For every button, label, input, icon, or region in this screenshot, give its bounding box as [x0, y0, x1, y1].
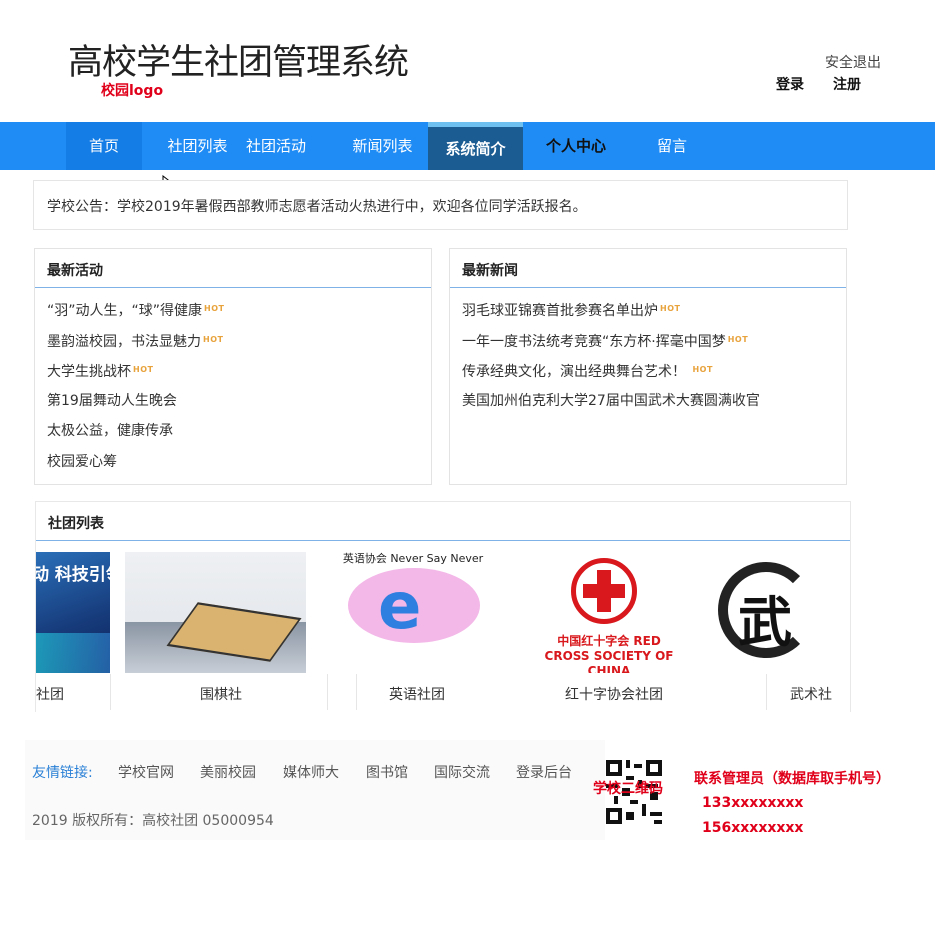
hot-badge: HOT — [660, 304, 681, 313]
news-item[interactable]: 一年一度书法统考竞赛“东方杯·挥毫中国梦 HOT — [462, 330, 760, 361]
club-image-caption: 武 — [738, 591, 792, 654]
news-item[interactable]: 羽毛球亚锦赛首批参赛名单出炉 HOT — [462, 299, 760, 330]
nav-news-list[interactable]: 新闻列表 — [345, 122, 420, 170]
footer-link[interactable]: 美丽校园 — [200, 762, 256, 782]
news-item[interactable]: 传承经典文化，演出经典舞台艺术！ HOT — [462, 360, 760, 391]
activity-item[interactable]: 第19届舞动人生晚会 — [47, 391, 224, 422]
news-title[interactable]: 美国加州伯克利大学27届中国武术大赛圆满收官 — [462, 393, 760, 409]
hot-badge: HOT — [692, 365, 713, 374]
activity-item[interactable]: 太极公益，健康传承 — [47, 421, 224, 452]
club-name[interactable]: 围棋社 — [200, 684, 242, 704]
divider — [450, 287, 846, 288]
club-image[interactable] — [125, 552, 306, 673]
footer-link[interactable]: 国际交流 — [434, 762, 490, 782]
hot-badge: HOT — [133, 365, 154, 374]
news-title[interactable]: 传承经典文化，演出经典舞台艺术！ — [462, 364, 686, 380]
panel-title: 社团列表 — [48, 516, 104, 532]
nav-system-intro[interactable]: 系统简介 — [428, 122, 523, 170]
separator — [766, 674, 767, 710]
nav-home[interactable]: 首页 — [66, 122, 142, 170]
club-name[interactable]: 英语社团 — [389, 684, 445, 704]
nav-message[interactable]: 留言 — [640, 122, 704, 170]
qr-code-label: 学校二维码 — [593, 781, 663, 797]
red-cross-icon-bar — [583, 584, 625, 598]
notice-text: 学校公告：学校2019年暑假西部教师志愿者活动火热进行中，欢迎各位同学活跃报名。 — [47, 199, 587, 215]
contact-admin-title: 联系管理员（数据库取手机号） — [694, 771, 890, 787]
hot-badge: HOT — [727, 334, 749, 344]
club-name[interactable]: 社团 — [36, 684, 64, 704]
club-image[interactable]: 武 — [716, 552, 850, 673]
news-item[interactable]: 美国加州伯克利大学27届中国武术大赛圆满收官 — [462, 391, 760, 422]
latest-activities-panel: 最新活动 “羽”动人生，“球”得健康 HOT 墨韵溢校园，书法显魅力 HOT 大学生… — [34, 248, 432, 485]
login-link[interactable]: 登录 — [776, 74, 804, 94]
separator — [110, 674, 111, 710]
activity-item[interactable]: 墨韵溢校园，书法显魅力 HOT — [47, 330, 224, 361]
activity-title[interactable]: 墨韵溢校园，书法显魅力 — [47, 334, 201, 350]
nav-club-list[interactable]: 社团列表 — [160, 122, 235, 170]
activity-title[interactable]: “羽”动人生，“球”得健康 — [47, 303, 202, 319]
club-image[interactable]: 中国红十字会 RED CROSS SOCIETY OF CHINA — [533, 552, 685, 673]
nav-personal-center[interactable]: 个人中心 — [538, 122, 614, 170]
copyright: 2019 版权所有：高校社团 05000954 — [32, 813, 274, 829]
club-image[interactable]: e 英语协会 Never Say Never — [328, 552, 498, 673]
separator — [327, 674, 328, 710]
register-link[interactable]: 注册 — [833, 74, 861, 94]
club-image-caption: 中国红十字会 RED CROSS SOCIETY OF CHINA — [544, 634, 674, 673]
footer-link[interactable]: 登录后台 — [516, 762, 572, 782]
separator — [356, 674, 357, 710]
club-name[interactable]: 红十字协会社团 — [565, 684, 663, 704]
activity-item[interactable]: “羽”动人生，“球”得健康 HOT — [47, 299, 224, 330]
news-title[interactable]: 羽毛球亚锦赛首批参赛名单出炉 — [462, 303, 658, 319]
friend-links-label: 友情链接: — [32, 765, 93, 781]
activity-title[interactable]: 校园爱心筹 — [47, 454, 117, 470]
logout-link[interactable]: 安全退出 — [825, 52, 881, 72]
footer-link[interactable]: 图书馆 — [366, 762, 408, 782]
admin-phone: 156xxxxxxxx — [702, 820, 804, 836]
news-title[interactable]: 一年一度书法统考竞赛“东方杯·挥毫中国梦 — [462, 334, 726, 350]
club-list-section: 社团列表 动 科技引领 社团 围棋社 e 英语协会 Never Say Neve… — [35, 501, 851, 712]
site-title: 高校学生社团管理系统 — [68, 43, 409, 83]
activity-title[interactable]: 大学生挑战杯 — [47, 364, 131, 380]
club-image-caption: 英语协会 Never Say Never — [342, 552, 484, 565]
main-nav: 首页 社团列表 社团活动 新闻列表 系统简介 个人中心 留言 — [0, 122, 935, 170]
activity-item[interactable]: 校园爱心筹 — [47, 452, 224, 483]
latest-news-panel: 最新新闻 羽毛球亚锦赛首批参赛名单出炉 HOT 一年一度书法统考竞赛“东方杯·挥毫… — [449, 248, 847, 485]
club-image-caption: 动 科技引领 — [36, 565, 110, 585]
activity-title[interactable]: 第19届舞动人生晚会 — [47, 393, 177, 409]
footer-link[interactable]: 媒体师大 — [283, 762, 339, 782]
hot-badge: HOT — [204, 304, 225, 313]
activity-item[interactable]: 大学生挑战杯 HOT — [47, 360, 224, 391]
logo[interactable]: 校园logo — [101, 80, 163, 100]
admin-phone: 133xxxxxxxx — [702, 795, 804, 811]
club-image[interactable]: 动 科技引领 — [36, 552, 110, 673]
club-name[interactable]: 武术社 — [790, 684, 832, 704]
divider — [35, 287, 431, 288]
activity-title[interactable]: 太极公益，健康传承 — [47, 423, 173, 439]
panel-title: 最新活动 — [47, 263, 103, 279]
footer-link[interactable]: 学校官网 — [118, 762, 174, 782]
panel-title: 最新新闻 — [462, 263, 518, 279]
image-decoration — [36, 633, 110, 673]
hot-badge: HOT — [203, 334, 224, 344]
divider — [36, 540, 850, 541]
english-e-icon: e — [378, 570, 422, 644]
school-notice: 学校公告：学校2019年暑假西部教师志愿者活动火热进行中，欢迎各位同学活跃报名。 — [33, 180, 848, 230]
nav-club-activities[interactable]: 社团活动 — [240, 122, 312, 170]
